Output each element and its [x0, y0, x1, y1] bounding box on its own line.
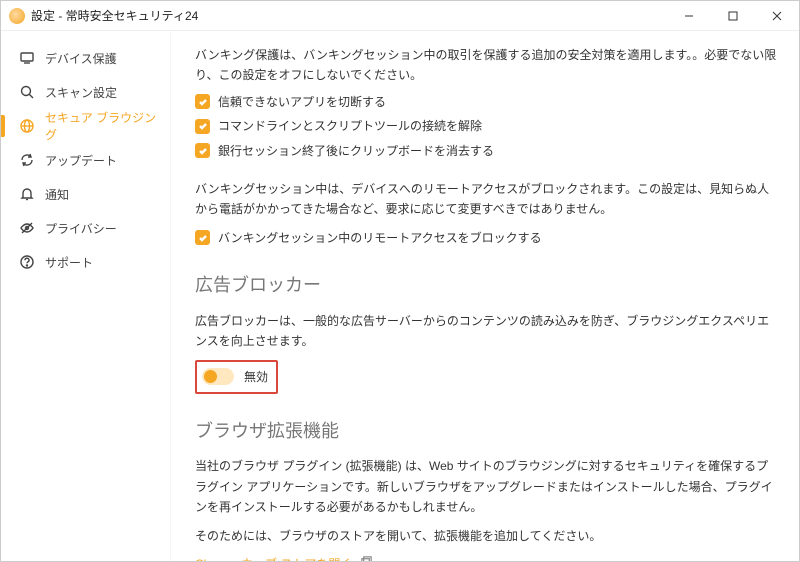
sidebar: デバイス保護 スキャン設定 セキュア ブラウジング アップデート	[1, 31, 171, 561]
checkbox-icon	[195, 230, 210, 245]
remote-access-desc: バンキングセッション中は、デバイスへのリモートアクセスがブロックされます。この設…	[195, 179, 777, 220]
bell-icon	[19, 186, 35, 202]
sidebar-item-label: セキュア ブラウジング	[45, 109, 158, 143]
checkbox-cmdline-scripts[interactable]: コマンドラインとスクリプトツールの接続を解除	[195, 116, 777, 136]
adblock-toggle[interactable]	[202, 368, 234, 385]
sidebar-item-label: アップデート	[45, 152, 117, 169]
refresh-icon	[19, 152, 35, 168]
sidebar-item-scan-settings[interactable]: スキャン設定	[1, 75, 170, 109]
sidebar-item-label: デバイス保護	[45, 50, 117, 67]
window: 設定 - 常時安全セキュリティ24 デバイス保護 スキャン設定	[0, 0, 800, 562]
sidebar-item-device-protection[interactable]: デバイス保護	[1, 41, 170, 75]
checkbox-icon	[195, 94, 210, 109]
adblock-toggle-label: 無効	[244, 367, 268, 387]
minimize-button[interactable]	[667, 1, 711, 31]
checkbox-block-remote-access[interactable]: バンキングセッション中のリモートアクセスをブロックする	[195, 228, 777, 248]
checkbox-untrusted-apps[interactable]: 信頼できないアプリを切断する	[195, 92, 777, 112]
globe-icon	[19, 118, 35, 134]
help-icon	[19, 254, 35, 270]
extensions-desc-2: そのためには、ブラウザのストアを開いて、拡張機能を追加してください。	[195, 526, 777, 546]
app-icon	[9, 8, 25, 24]
content-pane[interactable]: バンキング保護は、バンキングセッション中の取引を保護する追加の安全対策を適用しま…	[171, 31, 799, 561]
sidebar-item-secure-browsing[interactable]: セキュア ブラウジング	[1, 109, 170, 143]
search-icon	[19, 84, 35, 100]
sidebar-item-privacy[interactable]: プライバシー	[1, 211, 170, 245]
eye-off-icon	[19, 220, 35, 236]
maximize-button[interactable]	[711, 1, 755, 31]
checkbox-label: 信頼できないアプリを切断する	[218, 92, 386, 112]
link-chrome-store[interactable]: Chrome ウェブ ストアを開く	[195, 554, 352, 561]
checkbox-icon	[195, 143, 210, 158]
adblock-desc: 広告ブロッカーは、一般的な広告サーバーからのコンテンツの読み込みを防ぎ、ブラウジ…	[195, 311, 777, 352]
sidebar-item-label: 通知	[45, 186, 69, 203]
sidebar-item-notifications[interactable]: 通知	[1, 177, 170, 211]
checkbox-icon	[195, 119, 210, 134]
extensions-desc-1: 当社のブラウザ プラグイン (拡張機能) は、Web サイトのブラウジングに対す…	[195, 456, 777, 517]
sidebar-item-label: サポート	[45, 254, 93, 271]
sidebar-item-label: プライバシー	[45, 220, 117, 237]
checkbox-label: バンキングセッション中のリモートアクセスをブロックする	[218, 228, 542, 248]
checkbox-label: 銀行セッション終了後にクリップボードを消去する	[218, 141, 494, 161]
window-title: 設定 - 常時安全セキュリティ24	[31, 7, 198, 24]
titlebar: 設定 - 常時安全セキュリティ24	[1, 1, 799, 31]
sidebar-item-update[interactable]: アップデート	[1, 143, 170, 177]
sidebar-item-label: スキャン設定	[45, 84, 117, 101]
external-link-icon[interactable]	[360, 554, 373, 561]
extensions-heading: ブラウザ拡張機能	[195, 416, 777, 447]
monitor-icon	[19, 50, 35, 66]
banking-desc: バンキング保護は、バンキングセッション中の取引を保護する追加の安全対策を適用しま…	[195, 45, 777, 86]
sidebar-item-support[interactable]: サポート	[1, 245, 170, 279]
adblock-toggle-row: 無効	[195, 360, 278, 394]
checkbox-label: コマンドラインとスクリプトツールの接続を解除	[218, 116, 482, 136]
checkbox-clear-clipboard[interactable]: 銀行セッション終了後にクリップボードを消去する	[195, 141, 777, 161]
adblock-heading: 広告ブロッカー	[195, 270, 777, 301]
close-button[interactable]	[755, 1, 799, 31]
